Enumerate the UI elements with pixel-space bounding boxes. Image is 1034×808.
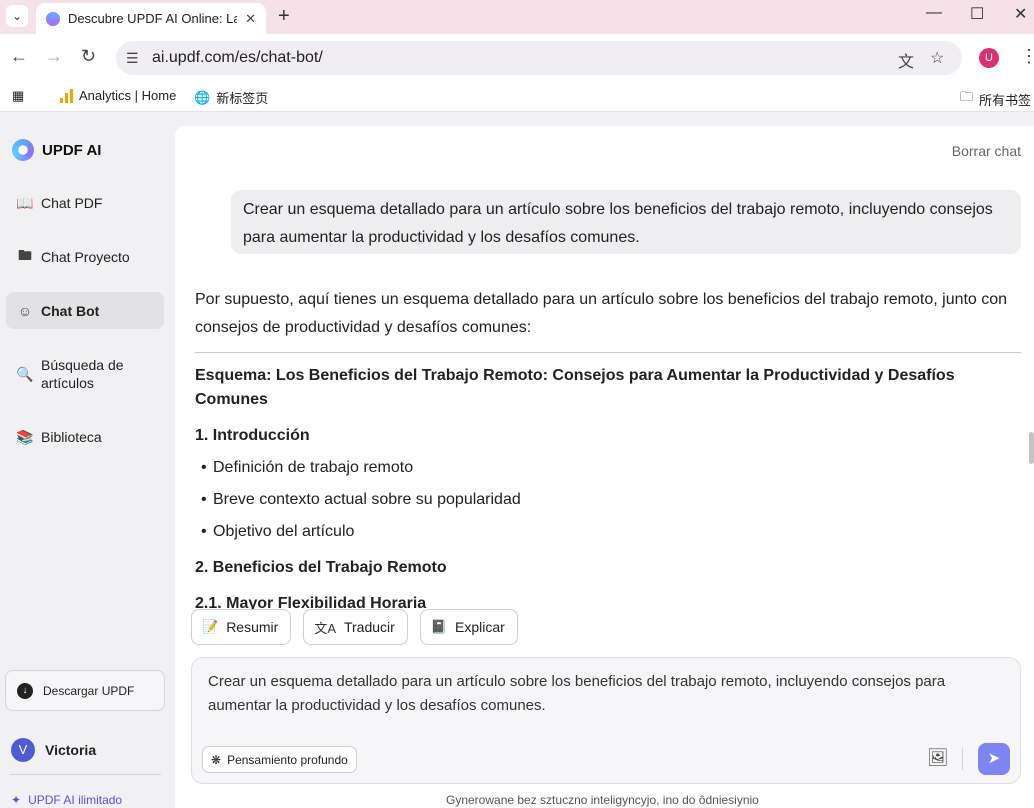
avatar: V xyxy=(11,738,35,762)
quick-actions: 📝 Resumir 文A Traducir 📓 Explicar xyxy=(191,609,518,645)
brand-name: UPDF AI xyxy=(42,141,102,159)
address-bar: ← → ↻ ☰ ai.updf.com/es/chat-bot/ 文 ☆ U ⋮ xyxy=(0,34,1034,82)
explain-button[interactable]: 📓 Explicar xyxy=(419,609,518,645)
bookmarks-bar: ▦ Analytics | Home 🌐 新标签页 🗀 所有书签 xyxy=(0,82,1034,112)
browser-menu-icon[interactable]: ⋮ xyxy=(1020,46,1034,67)
analytics-icon xyxy=(60,88,73,103)
clear-chat-button[interactable]: Borrar chat xyxy=(952,143,1021,159)
sidebar: UPDF AI 📖 Chat PDF 🖿 Chat Proyecto ☺ Cha… xyxy=(0,113,174,808)
apps-grid-icon[interactable]: ▦ xyxy=(12,88,24,104)
explain-label: Explicar xyxy=(455,619,505,635)
chat-panel: Borrar chat Crear un esquema detallado p… xyxy=(175,126,1034,808)
send-button[interactable]: ➤ xyxy=(978,743,1010,775)
sidebar-item-chat-pdf[interactable]: 📖 Chat PDF xyxy=(6,187,164,219)
user-profile[interactable]: V Victoria xyxy=(11,738,96,762)
section-heading: 2. Beneficios del Trabajo Remoto xyxy=(195,559,447,576)
site-settings-icon[interactable]: ☰ xyxy=(126,50,139,67)
translate-icon[interactable]: 文 xyxy=(898,48,914,72)
sidebar-item-label: Búsqueda de artículos xyxy=(41,357,124,391)
omnibox[interactable]: ☰ ai.updf.com/es/chat-bot/ 文 ☆ xyxy=(116,41,962,75)
window-close-icon[interactable]: ✕ xyxy=(1014,4,1027,24)
sidebar-item-chat-proyecto[interactable]: 🖿 Chat Proyecto xyxy=(6,241,164,273)
assistant-reply: Por supuesto, aquí tienes un esquema det… xyxy=(195,286,1021,616)
bot-icon: ☺ xyxy=(17,302,33,319)
book-icon: 📓 xyxy=(430,619,447,634)
bullet-list: Definición de trabajo remoto Breve conte… xyxy=(195,456,1021,544)
folder-icon: 🗀 xyxy=(960,89,974,104)
scrollbar-thumb[interactable] xyxy=(1029,432,1034,464)
user-message: Crear un esquema detallado para un artíc… xyxy=(231,190,1021,254)
reply-intro: Por supuesto, aquí tienes un esquema det… xyxy=(195,291,1008,336)
upgrade-link[interactable]: ✦ UPDF AI ilimitado xyxy=(11,793,122,807)
deep-thinking-toggle[interactable]: ❋ Pensamiento profundo xyxy=(202,746,357,773)
sidebar-item-label: Chat Proyecto xyxy=(41,249,130,265)
search-document-icon: 🔍 xyxy=(16,366,34,382)
tab-title: Descubre UPDF AI Online: La xyxy=(67,11,238,26)
translate-icon: 文A xyxy=(314,620,336,636)
sidebar-item-label: Biblioteca xyxy=(41,429,102,445)
maximize-icon[interactable]: ☐ xyxy=(970,4,984,24)
profile-avatar[interactable]: U xyxy=(979,48,999,68)
book-open-icon: 📖 xyxy=(16,194,34,211)
back-arrow-icon[interactable]: ← xyxy=(10,46,28,67)
send-icon: ➤ xyxy=(987,750,1001,767)
forward-arrow-icon[interactable]: → xyxy=(45,46,63,67)
list-item: Definición de trabajo remoto xyxy=(195,456,1021,480)
brand[interactable]: UPDF AI xyxy=(12,139,101,161)
summarize-button[interactable]: 📝 Resumir xyxy=(191,609,292,645)
sidebar-divider xyxy=(10,774,161,775)
sidebar-item-biblioteca[interactable]: 📚 Biblioteca xyxy=(6,421,164,453)
bookmark-star-icon[interactable]: ☆ xyxy=(930,48,944,68)
outline-title: Esquema: Los Beneficios del Trabajo Remo… xyxy=(195,367,955,408)
bookmark-analytics-label: Analytics | Home xyxy=(79,88,177,103)
tab-close-icon[interactable]: ✕ xyxy=(245,11,256,27)
user-name: Victoria xyxy=(45,742,97,758)
library-icon: 📚 xyxy=(16,428,34,445)
divider xyxy=(195,352,1021,353)
footer-disclaimer: Gynerowane bez sztuczno inteligyncyjo, i… xyxy=(446,793,759,807)
new-tab-plus-icon[interactable]: + xyxy=(278,5,290,28)
sidebar-item-chat-bot[interactable]: ☺ Chat Bot xyxy=(6,292,164,329)
bookmark-new-tab[interactable]: 🌐 新标签页 xyxy=(194,88,268,107)
summarize-icon: 📝 xyxy=(202,619,219,634)
deep-thinking-label: Pensamiento profundo xyxy=(227,752,348,767)
summarize-label: Resumir xyxy=(226,619,279,635)
bookmarks-folder-label: 所有书签 xyxy=(979,92,1032,108)
section-heading: 1. Introducción xyxy=(195,427,310,444)
sidebar-item-label: Chat Bot xyxy=(41,302,100,319)
list-item: Breve contexto actual sobre su popularid… xyxy=(195,488,1021,512)
bookmark-analytics[interactable]: Analytics | Home xyxy=(60,88,176,103)
sidebar-item-label: Chat PDF xyxy=(41,195,103,211)
tab-search-chevron-icon[interactable]: ⌄ xyxy=(6,5,28,27)
deep-thinking-icon: ❋ xyxy=(211,752,222,767)
minimize-icon[interactable]: — xyxy=(926,4,942,22)
download-icon: ↓ xyxy=(17,682,33,699)
updf-ai-logo-icon xyxy=(12,139,34,161)
download-updf-button[interactable]: ↓ Descargar UPDF xyxy=(5,670,165,711)
updf-favicon-icon xyxy=(46,11,60,26)
globe-icon: 🌐 xyxy=(194,89,211,105)
browser-tab[interactable]: Descubre UPDF AI Online: La ✕ xyxy=(36,3,266,34)
sidebar-item-busqueda[interactable]: 🔍 Búsqueda de artículos xyxy=(6,354,164,394)
browser-tab-bar: ⌄ Descubre UPDF AI Online: La ✕ + — ☐ ✕ xyxy=(0,0,1034,34)
bookmark-new-tab-label: 新标签页 xyxy=(216,91,269,106)
url-text[interactable]: ai.updf.com/es/chat-bot/ xyxy=(152,49,323,67)
upgrade-label: UPDF AI ilimitado xyxy=(28,793,123,807)
download-label: Descargar UPDF xyxy=(43,683,135,698)
bookmarks-folder[interactable]: 🗀 所有书签 xyxy=(960,88,1031,110)
list-item: Objetivo del artículo xyxy=(195,520,1021,544)
message-composer[interactable]: Crear un esquema detallado para un artíc… xyxy=(191,657,1021,784)
translate-button[interactable]: 文A Traducir xyxy=(303,609,408,645)
folder-icon: 🖿 xyxy=(18,247,32,263)
translate-label: Traducir xyxy=(343,619,395,635)
message-input[interactable]: Crear un esquema detallado para un artíc… xyxy=(208,670,998,718)
image-upload-icon[interactable]: 🖼 xyxy=(927,748,949,768)
sparkle-icon: ✦ xyxy=(11,793,22,807)
composer-divider xyxy=(962,748,963,770)
reload-icon[interactable]: ↻ xyxy=(81,46,96,67)
